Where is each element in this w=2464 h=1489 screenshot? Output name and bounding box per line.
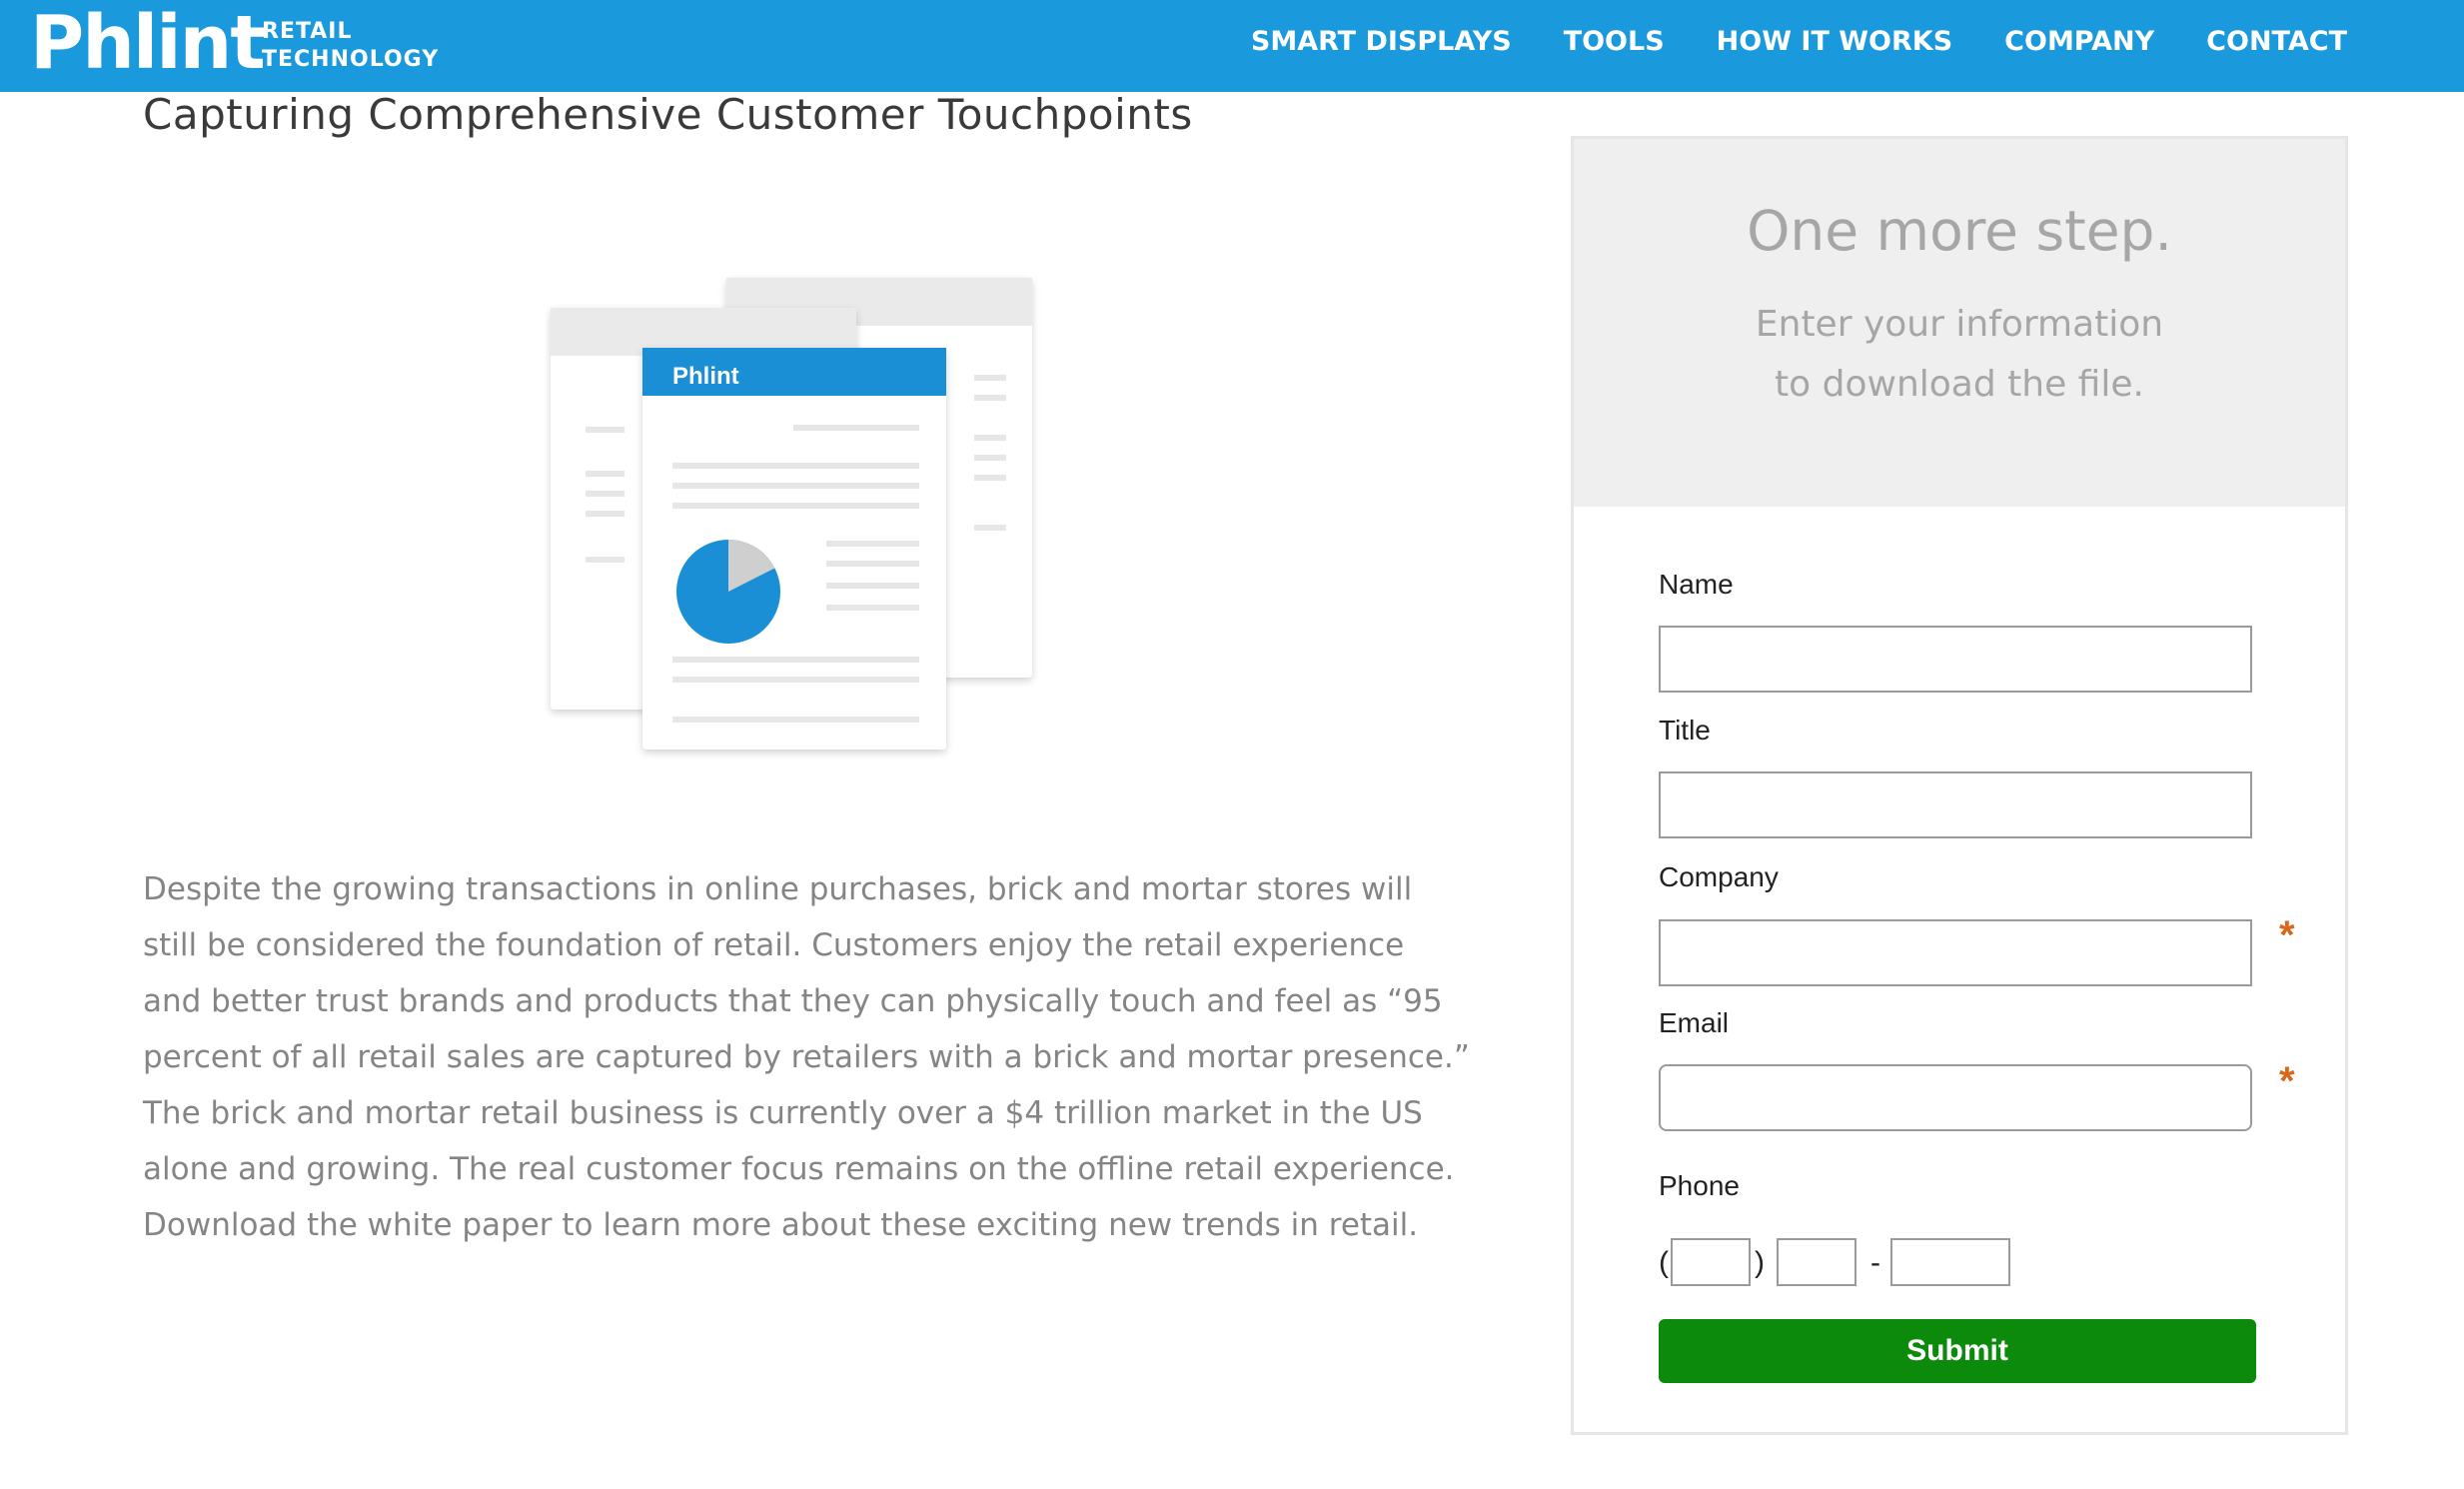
site-logo[interactable]: Phlint bbox=[30, 2, 266, 84]
logo-tagline: RETAIL TECHNOLOGY bbox=[262, 18, 439, 74]
phone-label: Phone bbox=[1659, 1170, 1740, 1201]
intro-paragraph: Despite the growing transactions in onli… bbox=[143, 871, 1470, 1243]
title-field[interactable] bbox=[1659, 771, 2252, 838]
tagline-line-1: RETAIL bbox=[262, 19, 353, 44]
company-label: Company bbox=[1659, 861, 1779, 892]
nav-company[interactable]: COMPANY bbox=[2004, 26, 2154, 57]
form-heading: One more step. bbox=[1747, 199, 2172, 263]
main-nav: SMART DISPLAYS TOOLS HOW IT WORKS COMPAN… bbox=[1199, 0, 2347, 82]
phone-open-paren: ( bbox=[1659, 1246, 1669, 1279]
company-field[interactable] bbox=[1659, 919, 2252, 986]
email-label: Email bbox=[1659, 1007, 1730, 1038]
phone-area-code-input[interactable] bbox=[1671, 1238, 1751, 1286]
nav-tools[interactable]: TOOLS bbox=[1564, 26, 1665, 57]
form-header: One more step. Enter your information to… bbox=[1574, 139, 2345, 507]
site-header: Phlint RETAIL TECHNOLOGY SMART DISPLAYS … bbox=[0, 0, 2464, 92]
download-form-panel: One more step. Enter your information to… bbox=[1571, 136, 2348, 1435]
submit-button[interactable]: Submit bbox=[1659, 1319, 2256, 1383]
name-field[interactable] bbox=[1659, 626, 2252, 693]
phone-line-number-input[interactable] bbox=[1890, 1238, 2010, 1286]
form-subtext-line-1: Enter your information bbox=[1755, 304, 2164, 345]
company-required-marker: * bbox=[2279, 913, 2295, 957]
pie-chart-icon bbox=[676, 540, 780, 644]
form-subtext: Enter your information to download the f… bbox=[1574, 295, 2345, 415]
phone-dash: - bbox=[1870, 1246, 1880, 1279]
email-required-marker: * bbox=[2279, 1059, 2295, 1103]
title-label: Title bbox=[1659, 715, 1711, 745]
nav-smart-displays[interactable]: SMART DISPLAYS bbox=[1251, 26, 1512, 57]
phone-close-paren: ) bbox=[1755, 1246, 1765, 1279]
name-label: Name bbox=[1659, 569, 1734, 600]
page-title: Capturing Comprehensive Customer Touchpo… bbox=[143, 90, 1193, 139]
whitepaper-illustration: Phlint bbox=[551, 278, 1032, 749]
nav-how-it-works[interactable]: HOW IT WORKS bbox=[1717, 26, 1953, 57]
document-header-label: Phlint bbox=[672, 363, 739, 390]
document-front: Phlint bbox=[642, 348, 946, 749]
phone-prefix-input[interactable] bbox=[1777, 1238, 1856, 1286]
email-field[interactable] bbox=[1659, 1064, 2252, 1131]
form-subtext-line-2: to download the file. bbox=[1775, 364, 2144, 405]
tagline-line-2: TECHNOLOGY bbox=[262, 47, 440, 72]
nav-contact[interactable]: CONTACT bbox=[2206, 26, 2347, 57]
